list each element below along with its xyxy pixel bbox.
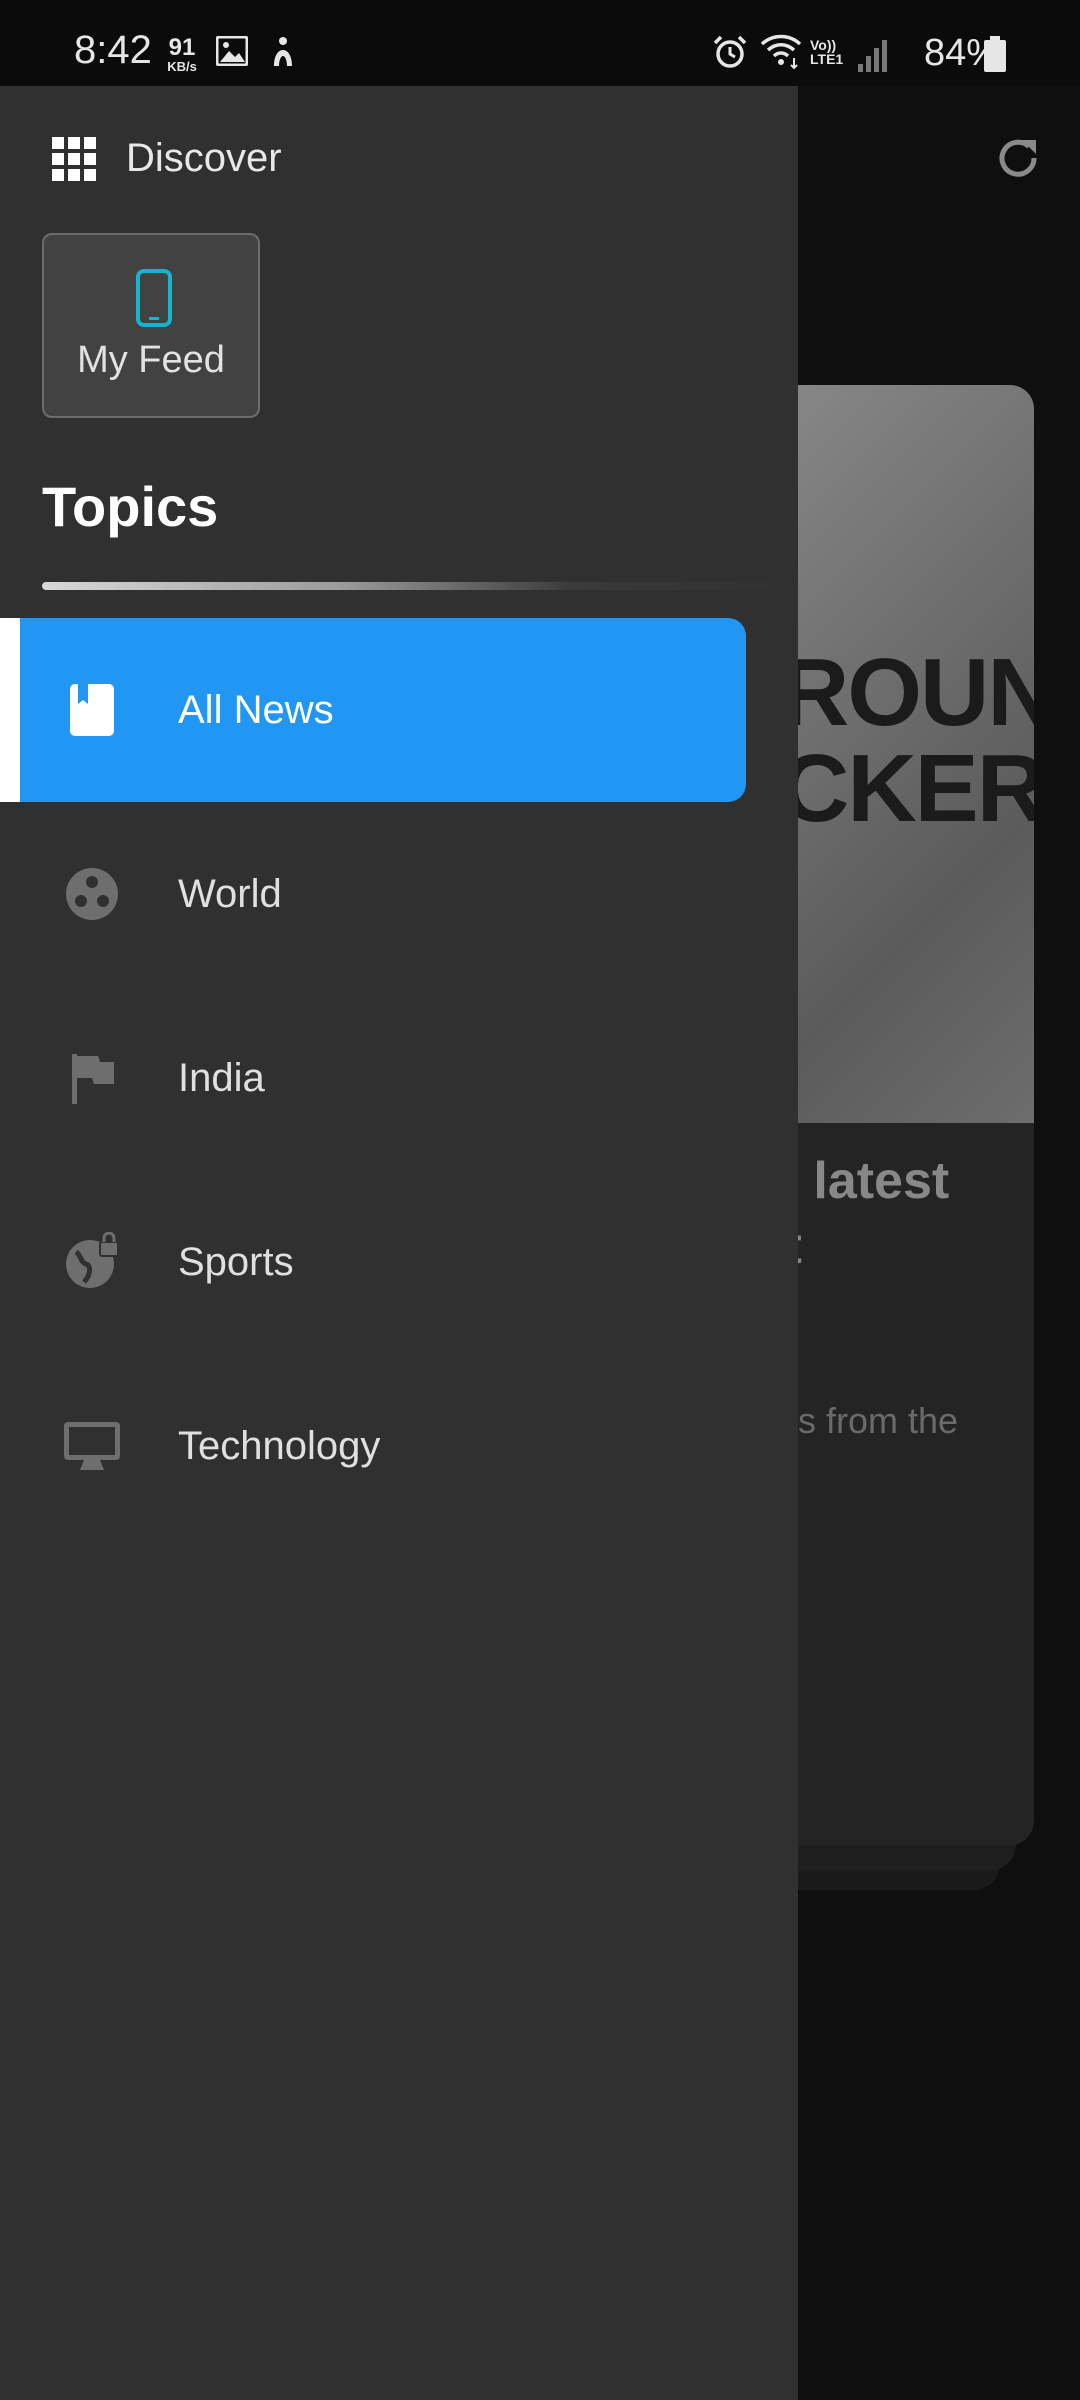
globe-dots-icon (62, 864, 122, 924)
nav-item-india[interactable]: India (0, 986, 798, 1170)
my-feed-button[interactable]: My Feed (42, 233, 260, 418)
phone-icon (136, 269, 172, 332)
news-card-image-text: ROUND CKER (780, 639, 1034, 842)
nav-item-label: All News (178, 688, 334, 732)
status-time: 8:42 (74, 28, 152, 72)
globe-lock-icon (62, 1231, 122, 1292)
lte-label: Vo)) LTE1 (810, 37, 844, 67)
active-marker (0, 618, 20, 802)
news-card-subtitle: ies from the (770, 1400, 959, 1441)
network-speed-value: 91 (168, 34, 196, 61)
battery-icon (984, 36, 1006, 77)
discover-header[interactable]: Discover (52, 136, 282, 181)
accessibility-icon (268, 36, 298, 73)
nav-item-label: India (178, 1056, 265, 1100)
image-icon (215, 35, 249, 71)
signal-icon (858, 38, 888, 77)
status-bar: 8:42 91 KB/s Vo)) LTE1 84% (0, 0, 1080, 86)
my-feed-label: My Feed (77, 339, 225, 381)
grid-apps-icon (52, 136, 96, 181)
nav-item-all-news[interactable]: All News (0, 618, 798, 802)
wifi-icon (760, 32, 802, 75)
book-icon (62, 680, 122, 740)
monitor-icon (62, 1416, 122, 1476)
nav-item-label: World (178, 872, 282, 916)
network-speed: 91 KB/s (160, 34, 204, 74)
nav-item-sports[interactable]: Sports (0, 1170, 798, 1354)
navigation-drawer: Discover My Feed Topics All News World I… (0, 86, 798, 2400)
refresh-icon[interactable] (994, 134, 1042, 187)
topics-heading: Topics (42, 475, 219, 538)
nav-item-label: Technology (178, 1424, 381, 1468)
topics-divider (42, 582, 798, 590)
network-speed-unit: KB/s (167, 59, 197, 74)
nav-item-technology[interactable]: Technology (0, 1354, 798, 1538)
nav-item-world[interactable]: World (0, 802, 798, 986)
alarm-icon (712, 34, 748, 75)
topics-list: All News World India Sports Technology (0, 618, 798, 1538)
flag-icon (62, 1048, 122, 1108)
discover-label: Discover (126, 136, 282, 180)
nav-item-label: Sports (178, 1240, 294, 1284)
